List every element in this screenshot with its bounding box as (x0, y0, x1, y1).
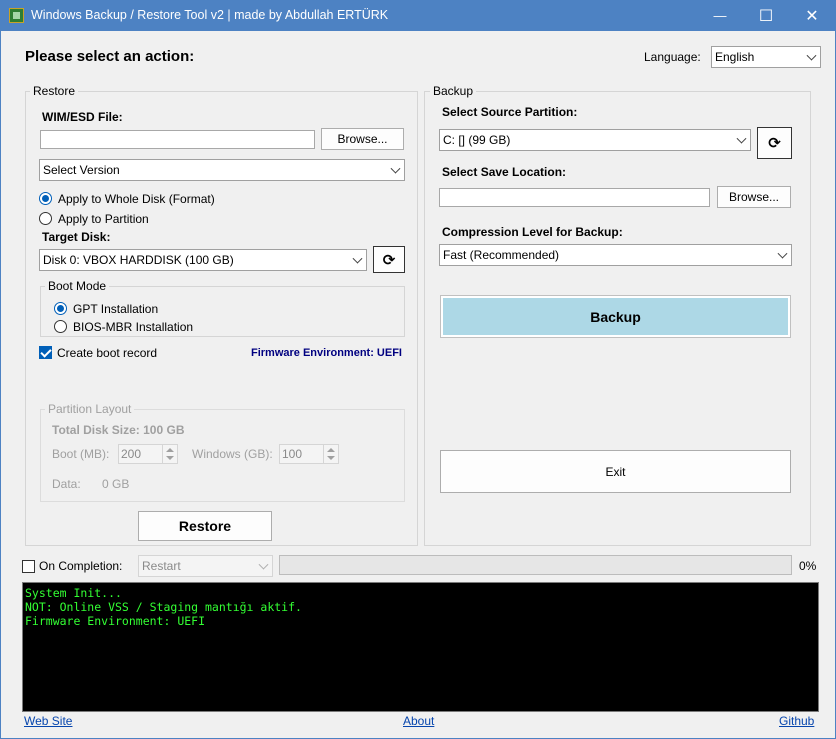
maximize-icon: ☐ (758, 7, 774, 25)
save-browse-button[interactable]: Browse... (717, 186, 791, 208)
title-bar[interactable]: Windows Backup / Restore Tool v2 | made … (0, 0, 836, 31)
boot-size-value: 200 (121, 447, 142, 461)
restore-button-label: Restore (178, 518, 232, 534)
version-select[interactable]: Select Version (39, 159, 405, 181)
save-location-label: Select Save Location: (442, 165, 567, 179)
app-icon (9, 8, 24, 23)
source-partition-label: Select Source Partition: (442, 105, 578, 119)
total-disk-size-label: Total Disk Size: 100 GB (52, 423, 185, 437)
target-disk-select[interactable]: Disk 0: VBOX HARDDISK (100 GB) (39, 249, 367, 271)
target-disk-refresh-button[interactable]: ⟳ (373, 246, 405, 273)
wim-browse-label: Browse... (337, 132, 388, 146)
language-select[interactable]: English (711, 46, 821, 68)
window-title: Windows Backup / Restore Tool v2 | made … (31, 8, 389, 22)
on-completion-checkbox[interactable] (22, 560, 35, 573)
page-title: Please select an action: (25, 48, 195, 65)
minimize-button[interactable]: — (697, 0, 743, 31)
boot-size-label: Boot (MB): (52, 447, 110, 461)
windows-size-label: Windows (GB): (192, 447, 273, 461)
website-link[interactable]: Web Site (24, 714, 72, 728)
create-boot-record-label[interactable]: Create boot record (57, 346, 157, 360)
compression-label: Compression Level for Backup: (442, 225, 623, 239)
wim-file-input[interactable] (40, 130, 315, 149)
refresh-icon: ⟳ (382, 251, 396, 269)
source-partition-refresh-button[interactable]: ⟳ (757, 127, 792, 159)
close-icon: ✕ (805, 7, 819, 25)
boot-size-stepper[interactable]: 200 (118, 444, 178, 464)
create-boot-record-checkbox[interactable] (39, 346, 52, 359)
minimize-icon: — (713, 8, 727, 23)
target-disk-label: Target Disk: (42, 230, 111, 244)
log-line: System Init... (25, 586, 122, 600)
close-button[interactable]: ✕ (789, 0, 835, 31)
language-label: Language: (644, 50, 701, 64)
log-line: Firmware Environment: UEFI (25, 614, 206, 628)
apply-whole-disk-radio[interactable] (39, 192, 52, 205)
on-completion-select[interactable]: Restart (138, 555, 273, 577)
chevron-down-icon (258, 559, 269, 570)
data-size-label: Data: (52, 477, 81, 491)
on-completion-label[interactable]: On Completion: (39, 559, 122, 573)
stepper-arrows-icon (323, 445, 338, 463)
compression-select-value: Fast (Recommended) (443, 248, 560, 262)
exit-button[interactable]: Exit (440, 450, 791, 493)
wim-browse-button[interactable]: Browse... (321, 128, 404, 150)
about-link[interactable]: About (403, 714, 434, 728)
version-select-value: Select Version (43, 163, 120, 177)
data-size-value: 0 GB (102, 477, 130, 491)
target-disk-select-value: Disk 0: VBOX HARDDISK (100 GB) (43, 253, 234, 267)
boot-mode-title: Boot Mode (45, 279, 110, 293)
source-partition-select-value: C: [] (99 GB) (443, 133, 511, 147)
progress-bar (279, 555, 792, 575)
save-browse-label: Browse... (728, 190, 779, 204)
exit-button-label: Exit (605, 464, 626, 479)
refresh-icon: ⟳ (768, 135, 781, 152)
chevron-down-icon (777, 248, 788, 259)
backup-group-title: Backup (430, 84, 477, 98)
chevron-down-icon (806, 50, 817, 61)
language-select-value: English (715, 50, 755, 64)
apply-partition-label[interactable]: Apply to Partition (58, 212, 149, 226)
restore-button[interactable]: Restore (138, 511, 272, 541)
log-line: NOT: Online VSS / Staging mantığı aktif. (25, 600, 302, 614)
windows-size-value: 100 (282, 447, 303, 461)
source-partition-select[interactable]: C: [] (99 GB) (439, 129, 751, 151)
apply-partition-radio[interactable] (39, 212, 52, 225)
stepper-arrows-icon (162, 445, 177, 463)
compression-select[interactable]: Fast (Recommended) (439, 244, 792, 266)
save-location-input[interactable] (439, 188, 710, 207)
apply-whole-disk-label[interactable]: Apply to Whole Disk (Format) (58, 192, 215, 206)
restore-group-title: Restore (30, 84, 79, 98)
on-completion-select-value: Restart (142, 559, 181, 573)
wim-file-label: WIM/ESD File: (42, 110, 123, 124)
maximize-button[interactable]: ☐ (743, 0, 789, 31)
chevron-down-icon (352, 253, 363, 264)
gpt-radio[interactable] (54, 302, 67, 315)
partition-layout-title: Partition Layout (45, 402, 135, 416)
mbr-label[interactable]: BIOS-MBR Installation (73, 320, 193, 334)
github-link[interactable]: Github (779, 714, 814, 728)
progress-percent: 0% (799, 559, 817, 573)
chevron-down-icon (390, 163, 401, 174)
chevron-down-icon (736, 133, 747, 144)
firmware-environment-label: Firmware Environment: UEFI (251, 347, 402, 359)
gpt-label[interactable]: GPT Installation (73, 302, 158, 316)
log-console[interactable]: System Init... NOT: Online VSS / Staging… (22, 582, 819, 712)
backup-button-label: Backup (590, 308, 641, 325)
mbr-radio[interactable] (54, 320, 67, 333)
windows-size-stepper[interactable]: 100 (279, 444, 339, 464)
backup-button[interactable]: Backup (440, 295, 791, 338)
